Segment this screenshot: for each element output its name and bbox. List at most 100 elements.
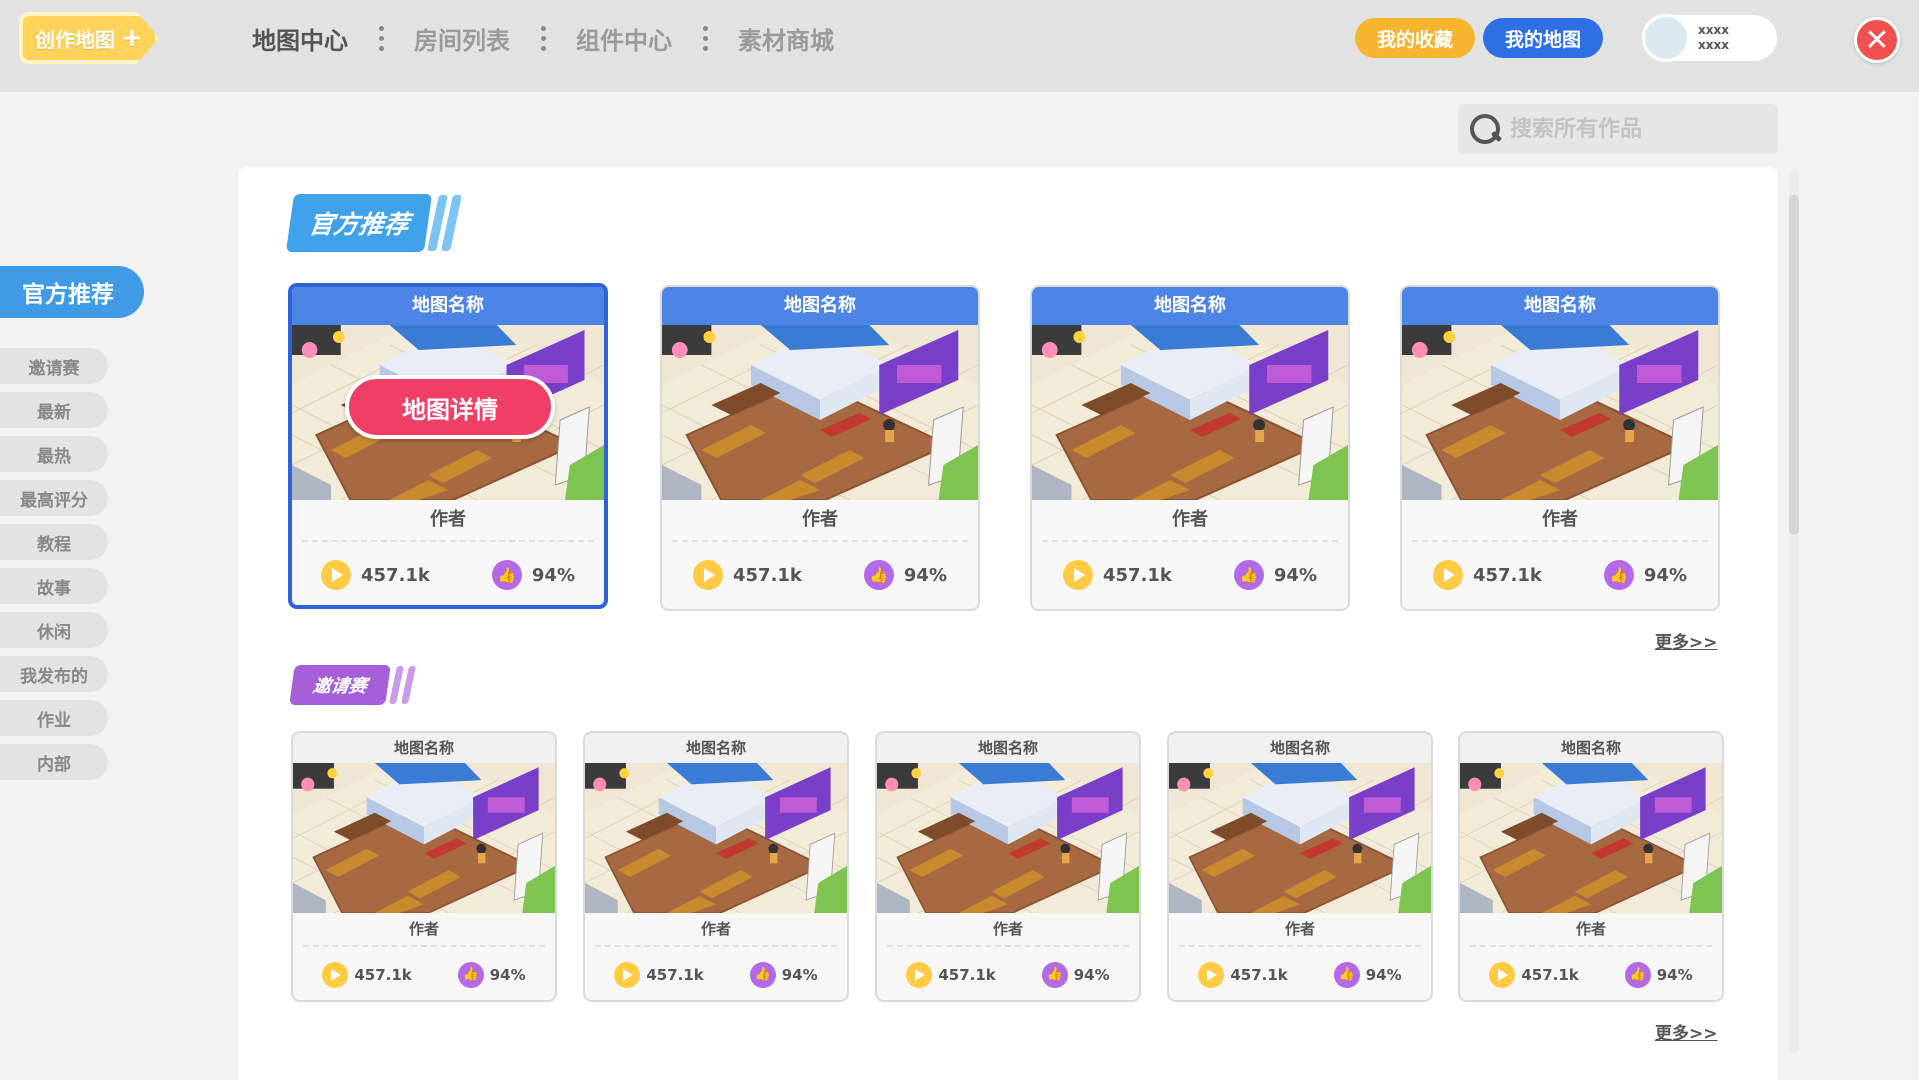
search-input[interactable] — [1510, 116, 1770, 142]
create-map-button[interactable]: 创作地图 + — [19, 12, 159, 64]
play-count: 457.1k — [354, 965, 412, 984]
rating: 94% — [1365, 965, 1402, 984]
map-card-author: 作者 — [430, 509, 466, 530]
map-card-title: 地图名称 — [585, 733, 847, 763]
rating: 94% — [1273, 564, 1317, 586]
search-bar — [1458, 104, 1778, 154]
play-count: 457.1k — [1473, 564, 1542, 586]
map-card-small[interactable]: 地图名称 作者 457.1k 👍 94% — [875, 731, 1141, 1002]
play-icon — [906, 961, 933, 988]
user-profile[interactable]: xxxx xxxx — [1642, 14, 1777, 62]
thumbs-up-icon: 👍 — [1333, 961, 1360, 988]
scrollbar-thumb[interactable] — [1789, 195, 1799, 535]
section-banner-official: 官方推荐 — [285, 194, 462, 252]
map-card-small[interactable]: 地图名称 作者 457.1k 👍 94% — [1167, 731, 1433, 1002]
play-icon — [1489, 961, 1516, 988]
play-icon — [321, 560, 351, 590]
thumbs-up-icon: 👍 — [491, 560, 522, 590]
nav-component-center[interactable]: 组件中心 — [574, 21, 674, 56]
thumbs-up-icon: 👍 — [863, 560, 894, 590]
map-card-stats: 457.1k 👍 94% — [662, 542, 978, 608]
map-card-stats: 457.1k 👍 94% — [292, 542, 604, 605]
my-maps-button[interactable]: 我的地图 — [1483, 18, 1603, 58]
nav-separator — [702, 25, 708, 51]
search-icon[interactable] — [1468, 112, 1502, 146]
map-card-title: 地图名称 — [877, 733, 1139, 763]
nav-separator — [540, 25, 546, 51]
map-card[interactable]: 地图名称 作者 457.1k 👍 94% — [288, 283, 608, 609]
map-card-stats: 457.1k 👍 94% — [1402, 542, 1718, 608]
thumbs-up-icon: 👍 — [457, 961, 484, 988]
map-thumbnail — [1460, 763, 1722, 913]
map-card-author: 作者 — [1284, 920, 1315, 938]
map-thumbnail — [1402, 325, 1718, 500]
sidebar: 邀请赛 最新 最热 最高评分 教程 故事 休闲 我发布的 作业 内部 — [0, 348, 108, 788]
map-card-stats: 457.1k 👍 94% — [877, 947, 1139, 1000]
thumbs-up-icon: 👍 — [1233, 560, 1264, 590]
rating: 94% — [903, 564, 947, 586]
sidebar-item-official[interactable]: 官方推荐 — [0, 266, 144, 318]
map-thumbnail — [1032, 325, 1348, 500]
map-card-author: 作者 — [1172, 509, 1208, 530]
nav-room-list[interactable]: 房间列表 — [412, 21, 512, 56]
map-card-title: 地图名称 — [1402, 287, 1718, 325]
sidebar-item-newest[interactable]: 最新 — [0, 392, 108, 428]
map-card-title: 地图名称 — [1169, 733, 1431, 763]
map-card[interactable]: 地图名称 作者 457.1k 👍 94% — [660, 285, 980, 611]
thumbs-up-icon: 👍 — [749, 961, 776, 988]
thumbs-up-icon: 👍 — [1041, 961, 1068, 988]
sidebar-item-story[interactable]: 故事 — [0, 568, 108, 604]
map-card[interactable]: 地图名称 作者 457.1k 👍 94% — [1400, 285, 1720, 611]
map-card-author: 作者 — [802, 509, 838, 530]
map-thumbnail — [585, 763, 847, 913]
section-title: 官方推荐 — [285, 194, 433, 252]
close-button[interactable]: ✕ — [1854, 17, 1900, 63]
play-count: 457.1k — [938, 965, 996, 984]
user-id: xxxx — [1698, 38, 1729, 52]
map-detail-button[interactable]: 地图详情 — [345, 375, 555, 439]
play-icon — [614, 961, 641, 988]
my-favorites-button[interactable]: 我的收藏 — [1355, 18, 1475, 58]
rating: 94% — [781, 965, 818, 984]
nav-asset-store[interactable]: 素材商城 — [736, 21, 836, 56]
map-card-stats: 457.1k 👍 94% — [1460, 947, 1722, 1000]
map-thumbnail — [662, 325, 978, 500]
thumbs-up-icon: 👍 — [1624, 961, 1651, 988]
nav-map-center[interactable]: 地图中心 — [250, 21, 350, 56]
map-card-author: 作者 — [1542, 509, 1578, 530]
map-card-small[interactable]: 地图名称 作者 457.1k 👍 94% — [291, 731, 557, 1002]
play-icon — [1198, 961, 1225, 988]
map-card-title: 地图名称 — [1032, 287, 1348, 325]
play-count: 457.1k — [1521, 965, 1579, 984]
user-name: xxxx — [1698, 23, 1729, 37]
map-thumbnail — [1169, 763, 1431, 913]
sidebar-item-hottest[interactable]: 最热 — [0, 436, 108, 472]
sidebar-item-internal[interactable]: 内部 — [0, 744, 108, 780]
map-card-small[interactable]: 地图名称 作者 457.1k 👍 94% — [1458, 731, 1724, 1002]
map-card-title: 地图名称 — [1460, 733, 1722, 763]
map-card-stats: 457.1k 👍 94% — [1169, 947, 1431, 1000]
map-card-small[interactable]: 地图名称 作者 457.1k 👍 94% — [583, 731, 849, 1002]
rating: 94% — [1643, 564, 1687, 586]
more-link-invitational[interactable]: 更多>> — [1655, 1019, 1718, 1044]
sidebar-item-my-published[interactable]: 我发布的 — [0, 656, 108, 692]
thumbs-up-icon: 👍 — [1603, 560, 1634, 590]
sidebar-item-tutorial[interactable]: 教程 — [0, 524, 108, 560]
sidebar-item-homework[interactable]: 作业 — [0, 700, 108, 736]
play-icon — [1063, 560, 1093, 590]
play-count: 457.1k — [733, 564, 802, 586]
more-link-official[interactable]: 更多>> — [1655, 628, 1718, 653]
sidebar-item-casual[interactable]: 休闲 — [0, 612, 108, 648]
nav-separator — [378, 25, 384, 51]
sidebar-item-invitational[interactable]: 邀请赛 — [0, 348, 108, 384]
rating: 94% — [1656, 965, 1693, 984]
map-thumbnail — [293, 763, 555, 913]
map-card-stats: 457.1k 👍 94% — [585, 947, 847, 1000]
plus-icon: + — [121, 23, 143, 53]
create-map-label: 创作地图 — [35, 27, 115, 52]
play-count: 457.1k — [1230, 965, 1288, 984]
sidebar-item-top-rated[interactable]: 最高评分 — [0, 480, 108, 516]
map-card[interactable]: 地图名称 作者 457.1k 👍 94% — [1030, 285, 1350, 611]
play-icon — [693, 560, 723, 590]
map-card-title: 地图名称 — [292, 287, 604, 325]
